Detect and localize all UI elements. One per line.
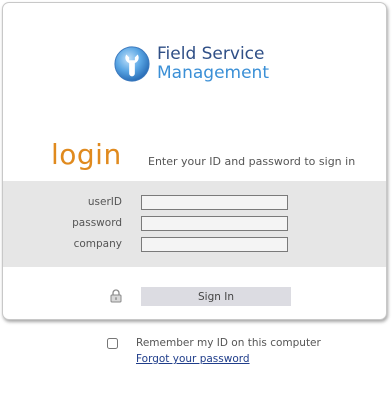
userid-label: userID [87, 196, 122, 208]
wrench-icon [114, 46, 150, 82]
password-input[interactable] [141, 216, 288, 231]
remember-me-checkbox[interactable] [107, 337, 118, 349]
login-heading: login [51, 138, 122, 171]
password-label: password [72, 217, 122, 229]
forgot-password-link[interactable]: Forgot your password [136, 353, 250, 365]
logo-title-line1: Field Service [157, 44, 265, 64]
userid-input[interactable] [141, 195, 288, 210]
login-card: Field Service Management login Enter you… [2, 2, 387, 320]
company-row: company [3, 237, 386, 253]
app-logo: Field Service Management [113, 45, 269, 83]
password-row: password [3, 216, 386, 232]
sign-in-button[interactable]: Sign In [141, 287, 291, 306]
lock-icon [110, 289, 122, 303]
userid-row: userID [3, 195, 386, 211]
login-instructions: Enter your ID and password to sign in [148, 155, 356, 168]
remember-me-label: Remember my ID on this computer [136, 337, 321, 349]
company-label: company [73, 238, 122, 250]
credentials-form: userID password company [3, 181, 386, 267]
remember-me: Remember my ID on this computer [107, 337, 321, 349]
logo-title-line2: Management [157, 63, 269, 83]
company-input[interactable] [141, 237, 288, 252]
